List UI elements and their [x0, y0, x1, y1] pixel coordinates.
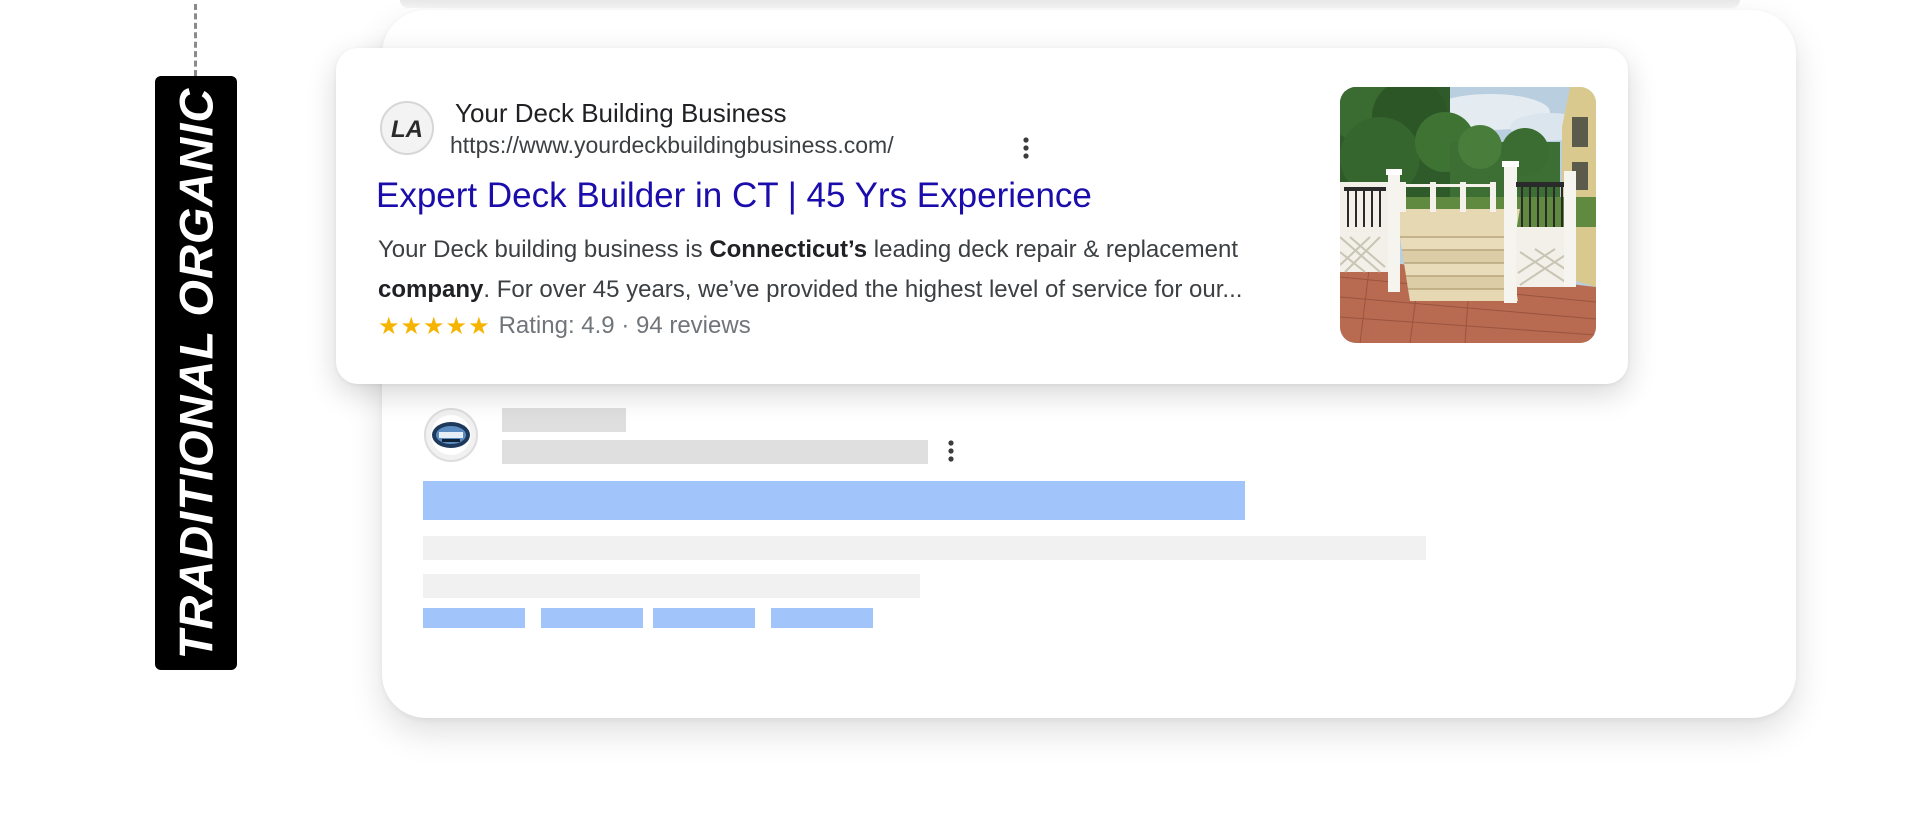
more-vert-icon[interactable]: [1016, 135, 1036, 161]
la-logo-icon: LA: [391, 116, 423, 143]
side-label-text: TRADITIONAL ORGANIC: [169, 87, 223, 659]
site-name[interactable]: Your Deck Building Business: [455, 98, 786, 129]
rating-row: ★★★★★ Rating: 4.9 · 94 reviews: [378, 310, 751, 342]
side-label-tag: TRADITIONAL ORGANIC: [155, 76, 237, 670]
previous-card-edge: [400, 0, 1740, 8]
placeholder-snippet-line: [423, 536, 1426, 560]
snippet-bold-term: company: [378, 276, 484, 303]
placeholder-sitelink[interactable]: [423, 608, 525, 628]
snippet-bold-term: Connecticut’s: [709, 236, 868, 263]
site-favicon[interactable]: LA: [380, 101, 434, 155]
result-title-link[interactable]: Expert Deck Builder in CT | 45 Yrs Exper…: [376, 176, 1092, 216]
placeholder-sitelink[interactable]: [541, 608, 643, 628]
placeholder-site-name: [502, 408, 626, 432]
snippet-text: Your Deck building business is: [378, 236, 710, 263]
placeholder-url: [502, 440, 928, 464]
site-url[interactable]: https://www.yourdeckbuildingbusiness.com…: [450, 132, 894, 159]
placeholder-title[interactable]: [423, 481, 1245, 520]
placeholder-more-icon[interactable]: [944, 438, 958, 464]
business-logo-icon: [431, 415, 471, 455]
rating-text: Rating: 4.9 · 94 reviews: [498, 312, 751, 339]
snippet-text: . For over 45 years, we’ve provided the …: [483, 276, 1243, 303]
organic-result-card: LA Your Deck Building Business https://w…: [336, 48, 1628, 384]
result-snippet: Your Deck building business is Connectic…: [378, 230, 1338, 310]
result-thumbnail[interactable]: [1340, 87, 1596, 343]
favicon-text: LA: [391, 116, 423, 143]
placeholder-sitelink[interactable]: [653, 608, 755, 628]
placeholder-snippet-line: [423, 574, 920, 598]
rating-stars: ★★★★★: [378, 312, 491, 340]
placeholder-sitelink[interactable]: [771, 608, 873, 628]
dashed-connector: [194, 4, 197, 76]
placeholder-favicon: [424, 408, 478, 462]
deck-photo: [1340, 87, 1596, 343]
snippet-text: leading deck repair & replacement: [867, 236, 1238, 263]
